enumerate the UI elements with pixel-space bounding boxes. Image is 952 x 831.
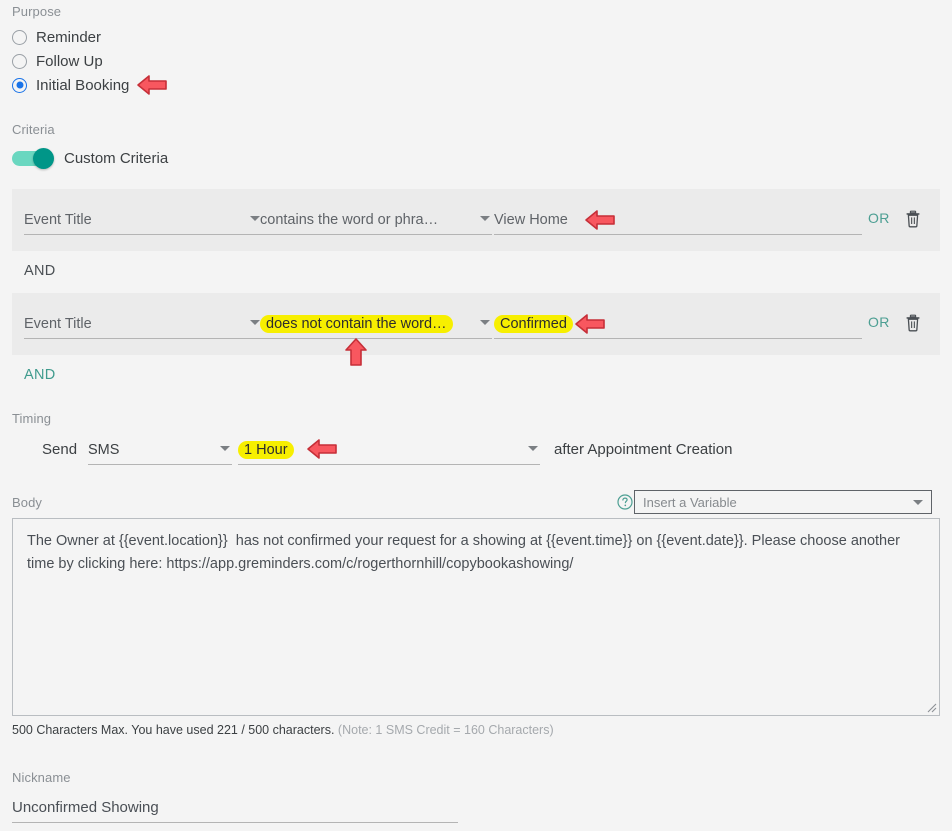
counter-note-text: (Note: 1 SMS Credit = 160 Characters)	[337, 723, 554, 737]
timing-offset-select[interactable]: 1 Hour	[238, 435, 540, 465]
radio-label-follow-up: Follow Up	[36, 52, 103, 70]
help-circle-icon[interactable]	[617, 494, 633, 510]
insert-variable-placeholder: Insert a Variable	[643, 494, 737, 510]
criteria-field-select-1[interactable]: Event Title	[24, 205, 262, 235]
body-section-label: Body	[12, 495, 43, 510]
criteria-operator-value-2: does not contain the word…	[260, 314, 453, 333]
radio-option-initial-booking[interactable]: Initial Booking	[12, 74, 129, 96]
chevron-down-icon	[528, 446, 538, 451]
criteria-row-2: Event Title does not contain the word… C…	[12, 293, 940, 355]
radio-circle-reminder[interactable]	[12, 29, 27, 45]
timing-relative-label: after Appointment Creation	[554, 441, 733, 458]
radio-label-initial-booking: Initial Booking	[36, 76, 130, 94]
criteria-operator-select-2[interactable]: does not contain the word…	[260, 309, 492, 339]
criteria-or-button-1[interactable]: OR	[868, 210, 890, 226]
radio-option-follow-up[interactable]: Follow Up	[12, 50, 103, 72]
chevron-down-icon	[480, 320, 490, 325]
criteria-section-label: Criteria	[12, 122, 55, 137]
criteria-value-text-1: View Home	[494, 211, 568, 228]
purpose-section-label: Purpose	[12, 4, 62, 19]
body-textarea-value: The Owner at {{event.location}} has not …	[27, 533, 905, 572]
body-character-counter: 500 Characters Max. You have used 221 / …	[12, 723, 554, 737]
radio-circle-follow-up[interactable]	[12, 53, 27, 69]
chevron-down-icon	[913, 500, 923, 505]
toggle-knob	[33, 148, 54, 169]
custom-criteria-label: Custom Criteria	[64, 150, 169, 167]
criteria-operator-select-1[interactable]: contains the word or phra…	[260, 205, 492, 235]
criteria-delete-icon-1[interactable]	[905, 210, 921, 228]
timing-section-label: Timing	[12, 411, 52, 426]
custom-criteria-toggle-row[interactable]: Custom Criteria	[12, 148, 169, 169]
timing-channel-select[interactable]: SMS	[88, 435, 232, 465]
reminder-settings-page: Purpose Reminder Follow Up Initial Booki…	[0, 0, 952, 831]
nickname-input[interactable]: Unconfirmed Showing	[12, 793, 458, 823]
criteria-delete-icon-2[interactable]	[905, 314, 921, 332]
counter-main-text: 500 Characters Max. You have used 221 / …	[12, 723, 335, 737]
radio-label-reminder: Reminder	[36, 28, 102, 46]
timing-send-label: Send	[42, 441, 78, 458]
criteria-field-value-2: Event Title	[24, 315, 92, 332]
resize-handle-icon[interactable]	[924, 700, 937, 713]
criteria-or-button-2[interactable]: OR	[868, 314, 890, 330]
criteria-add-and-button[interactable]: AND	[24, 367, 56, 383]
custom-criteria-toggle[interactable]	[12, 148, 54, 169]
insert-variable-select[interactable]: Insert a Variable	[634, 490, 932, 514]
chevron-down-icon	[250, 320, 260, 325]
criteria-value-input-1[interactable]: View Home	[494, 205, 862, 235]
criteria-field-select-2[interactable]: Event Title	[24, 309, 262, 339]
criteria-and-separator: AND	[24, 263, 56, 279]
nickname-value: Unconfirmed Showing	[12, 799, 159, 816]
criteria-operator-value-1: contains the word or phra…	[260, 211, 439, 228]
criteria-value-input-2[interactable]: Confirmed	[494, 309, 862, 339]
chevron-down-icon	[480, 216, 490, 221]
radio-circle-initial-booking[interactable]	[12, 77, 27, 93]
criteria-field-value-1: Event Title	[24, 211, 92, 228]
radio-option-reminder[interactable]: Reminder	[12, 26, 101, 48]
timing-offset-value: 1 Hour	[238, 440, 294, 459]
timing-channel-value: SMS	[88, 441, 120, 458]
nickname-section-label: Nickname	[12, 770, 71, 785]
criteria-value-text-2: Confirmed	[494, 314, 573, 333]
chevron-down-icon	[250, 216, 260, 221]
body-textarea[interactable]: The Owner at {{event.location}} has not …	[12, 518, 940, 716]
chevron-down-icon	[220, 446, 230, 451]
arrow-initial-booking	[137, 75, 167, 95]
criteria-row-1: Event Title contains the word or phra… V…	[12, 189, 940, 251]
